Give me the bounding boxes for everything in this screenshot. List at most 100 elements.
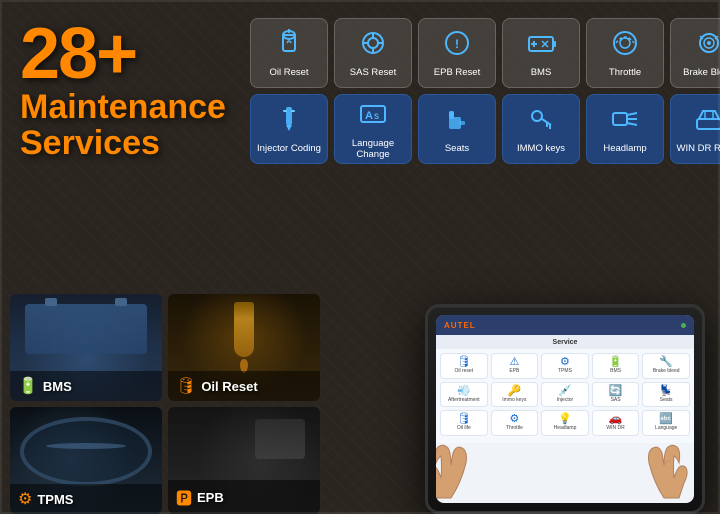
- tablet-tile-oil[interactable]: 🛢 Oil reset: [440, 353, 488, 379]
- svg-text:s: s: [374, 111, 379, 122]
- epb-reset-label: EPB Reset: [434, 67, 480, 78]
- windroof-label: WIN DR ROOF: [677, 143, 720, 154]
- tablet-screen: AUTEL Service 🛢 Oil reset: [436, 315, 694, 503]
- t-tpms-icon: ⚙: [560, 357, 570, 368]
- tpms-label-row: ⚙ TPMS: [10, 484, 162, 514]
- immo-label: IMMO keys: [517, 143, 565, 154]
- t-immo-icon: 🔑: [508, 386, 522, 397]
- thumb-bms: 🔋 BMS: [10, 294, 162, 401]
- thumb-oil: 🛢 Oil Reset: [168, 294, 320, 401]
- t-epb-label: EPB: [509, 369, 519, 375]
- oil-thumb-icon: 🛢: [176, 376, 196, 396]
- t-brake-label: Brake bleed: [653, 369, 680, 375]
- tablet-brand: AUTEL: [444, 321, 476, 330]
- tablet-tile-head2[interactable]: 💡 Headlamp: [541, 410, 589, 436]
- top-section: 28+ Maintenance Services: [0, 0, 720, 174]
- t-oil-label: Oil reset: [454, 369, 473, 375]
- tpms-thumb-text: TPMS: [37, 492, 73, 507]
- tpms-thumb-icon: ⚙: [18, 489, 32, 509]
- tablet-tile-throttle2[interactable]: ⚙ Throttle: [491, 410, 539, 436]
- t-bms-label: BMS: [610, 369, 621, 375]
- language-label: Language Change: [335, 138, 411, 161]
- t-sas2-label: SAS: [611, 398, 621, 404]
- tablet-header: AUTEL: [436, 315, 694, 335]
- service-tile-language[interactable]: A s Language Change: [334, 94, 412, 164]
- seats-icon: [441, 103, 473, 139]
- thumbnails-grid: 🔋 BMS 🛢 Oil Reset: [10, 294, 320, 514]
- oil-reset-label: Oil Reset: [269, 67, 308, 78]
- headlamp-label: Headlamp: [603, 143, 646, 154]
- windroof-icon: [693, 103, 720, 139]
- thumb-tpms: ⚙ TPMS: [10, 407, 162, 514]
- big-number: 28+: [20, 18, 230, 90]
- t-head2-icon: 💡: [558, 414, 572, 425]
- service-row-2: Injector Coding A s Language Change: [250, 94, 720, 164]
- service-tile-bms[interactable]: BMS: [502, 18, 580, 88]
- t-oil-icon: 🛢: [457, 357, 471, 368]
- oil-thumb-text: Oil Reset: [201, 379, 257, 394]
- throttle-icon: [609, 27, 641, 63]
- service-tile-sas-reset[interactable]: SAS Reset: [334, 18, 412, 88]
- t-epb-icon: ⚠: [509, 357, 519, 368]
- tablet-title-bar: Service: [436, 335, 694, 349]
- sas-reset-label: SAS Reset: [350, 67, 396, 78]
- service-tile-brake-bleed[interactable]: Brake Bleed: [670, 18, 720, 88]
- tablet-icon-row-2: 💨 Aftertreatment 🔑 Immo keys 💉 Injector: [440, 382, 690, 408]
- t-sas2-icon: 🔄: [609, 386, 623, 397]
- tablet-tile-tpms[interactable]: ⚙ TPMS: [541, 353, 589, 379]
- tablet-tile-oillife[interactable]: 🛢 Oil life: [440, 410, 488, 436]
- t-inj-label: Injector: [557, 398, 573, 404]
- tablet-tile-inj[interactable]: 💉 Injector: [541, 382, 589, 408]
- service-tile-immo[interactable]: IMMO keys: [502, 94, 580, 164]
- t-bms-icon: 🔋: [609, 357, 623, 368]
- t-inj-icon: 💉: [558, 386, 572, 397]
- injector-label: Injector Coding: [257, 143, 321, 154]
- epb-reset-icon: !: [441, 27, 473, 63]
- services-grid: Oil Reset SAS Reset: [250, 18, 720, 164]
- bms-label-row: 🔋 BMS: [10, 371, 162, 401]
- service-tile-windroof[interactable]: WIN DR ROOF: [670, 94, 720, 164]
- service-tile-headlamp[interactable]: Headlamp: [586, 94, 664, 164]
- epb-label-row: 🅿 EPB: [168, 480, 320, 514]
- service-tile-oil-reset[interactable]: Oil Reset: [250, 18, 328, 88]
- service-tile-throttle[interactable]: Throttle: [586, 18, 664, 88]
- bms-thumb-text: BMS: [43, 379, 72, 394]
- oil-reset-icon: [273, 27, 305, 63]
- service-tile-injector[interactable]: Injector Coding: [250, 94, 328, 164]
- tablet-tile-seats2[interactable]: 💺 Seats: [642, 382, 690, 408]
- tablet-container: AUTEL Service 🛢 Oil reset: [328, 304, 710, 514]
- immo-icon: [525, 103, 557, 139]
- hand-right: [609, 423, 694, 503]
- services-text: Services: [20, 126, 230, 162]
- oil-label-row: 🛢 Oil Reset: [168, 371, 320, 401]
- tablet-service-title: Service: [553, 339, 578, 346]
- t-seats2-icon: 💺: [659, 386, 673, 397]
- main-content: 28+ Maintenance Services: [0, 0, 720, 514]
- tablet-tile-immo[interactable]: 🔑 Immo keys: [491, 382, 539, 408]
- t-tpms-label: TPMS: [558, 369, 572, 375]
- tablet-tile-brake[interactable]: 🔧 Brake bleed: [642, 353, 690, 379]
- headlamp-icon: [609, 103, 641, 139]
- t-throttle2-label: Throttle: [506, 426, 523, 432]
- language-icon: A s: [357, 98, 389, 134]
- t-oillife-icon: 🛢: [457, 414, 471, 425]
- title-block: 28+ Maintenance Services: [20, 18, 230, 161]
- t-brake-icon: 🔧: [659, 357, 673, 368]
- hand-left: [436, 433, 506, 503]
- tablet-tile-after[interactable]: 💨 Aftertreatment: [440, 382, 488, 408]
- service-row-1: Oil Reset SAS Reset: [250, 18, 720, 88]
- bottom-section: 🔋 BMS 🛢 Oil Reset: [0, 174, 720, 514]
- seats-label: Seats: [445, 143, 469, 154]
- epb-thumb-icon: 🅿: [176, 485, 192, 509]
- tablet-tile-bms[interactable]: 🔋 BMS: [592, 353, 640, 379]
- sas-reset-icon: [357, 27, 389, 63]
- tablet-status-dot: [681, 323, 686, 328]
- epb-thumb-text: EPB: [197, 490, 224, 505]
- brake-bleed-label: Brake Bleed: [683, 67, 720, 78]
- tablet-icon-row-1: 🛢 Oil reset ⚠ EPB ⚙ TPMS: [440, 353, 690, 379]
- service-tile-seats[interactable]: Seats: [418, 94, 496, 164]
- tablet-tile-epb[interactable]: ⚠ EPB: [491, 353, 539, 379]
- service-tile-epb-reset[interactable]: ! EPB Reset: [418, 18, 496, 88]
- t-throttle2-icon: ⚙: [509, 414, 519, 425]
- tablet-tile-sas2[interactable]: 🔄 SAS: [592, 382, 640, 408]
